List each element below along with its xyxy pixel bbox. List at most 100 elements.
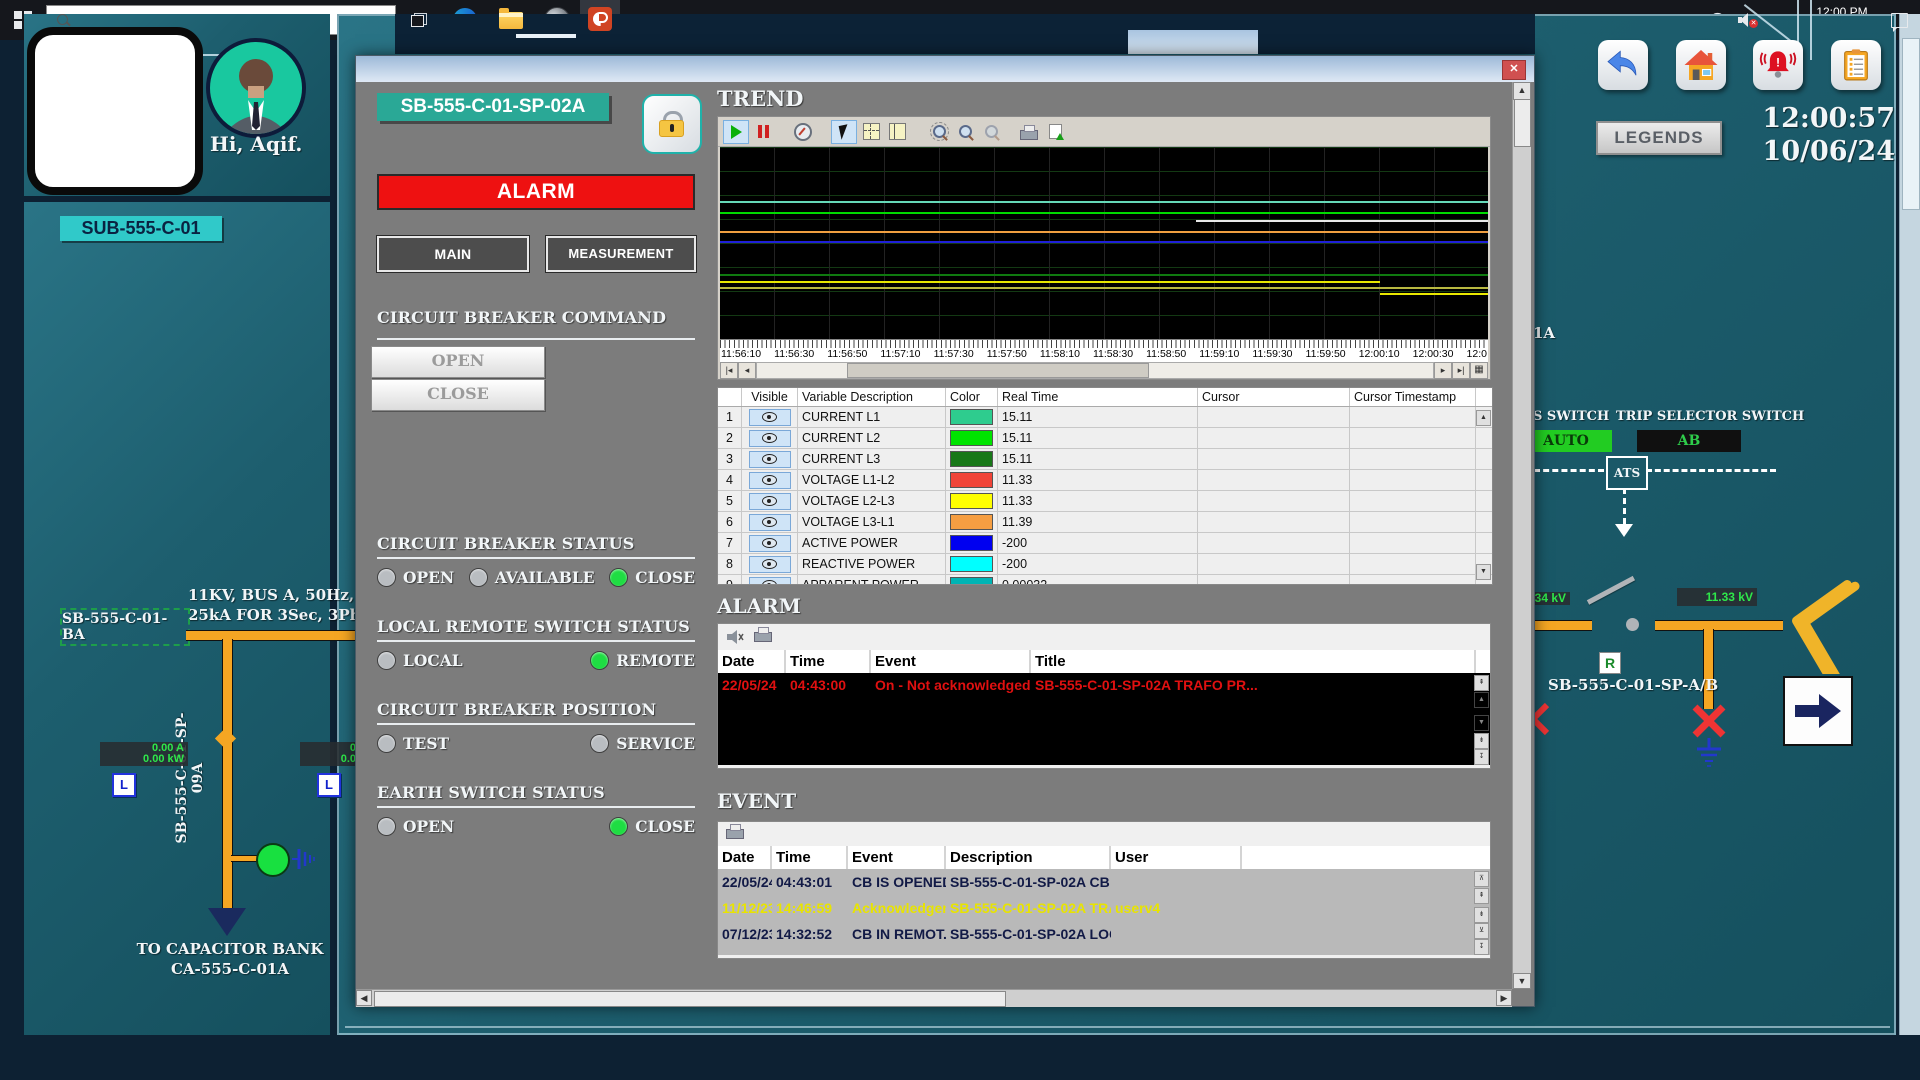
trend-table-row[interactable]: 4VOLTAGE L1-L211.33 (718, 470, 1492, 491)
dialog-close-button[interactable]: ✕ (1502, 60, 1526, 80)
screen-scrollbar[interactable] (1899, 14, 1920, 1035)
trend-table-toggle[interactable]: ▦ (1470, 362, 1488, 379)
event-print-icon[interactable] (726, 829, 744, 839)
trend-scroll-track[interactable] (756, 362, 1434, 379)
trend-table-row[interactable]: 8REACTIVE POWER-200 (718, 554, 1492, 575)
trend-table-row[interactable]: 1CURRENT L115.11 (718, 407, 1492, 428)
report-button[interactable] (1831, 40, 1881, 90)
trend-zoom-in-button[interactable] (953, 121, 977, 143)
scroll-up-icon[interactable]: ▲ (1474, 692, 1489, 708)
scroll-right-icon[interactable]: ▶ (1496, 990, 1512, 1006)
trend-table-row[interactable]: 2CURRENT L215.11 (718, 428, 1492, 449)
alarm-column-header[interactable]: Time (786, 650, 871, 673)
dialog-titlebar[interactable]: ✕ (356, 56, 1534, 82)
trend-column-header[interactable]: Color (946, 388, 998, 406)
alarm-row[interactable]: 22/05/2404:43:00On - Not acknowledgedSB-… (718, 673, 1490, 697)
lock-button[interactable] (642, 94, 702, 154)
trend-print-button[interactable] (1017, 121, 1041, 143)
trend-zoom-out-button[interactable] (979, 121, 1003, 143)
trend-scroll-last[interactable]: ▸| (1452, 362, 1470, 379)
scroll-top-icon[interactable]: ⇞ (1474, 675, 1489, 691)
trend-column-header[interactable]: Real Time (998, 388, 1198, 406)
scroll-up-icon[interactable]: ⇞ (1474, 888, 1489, 904)
tab-main[interactable]: MAIN (377, 236, 529, 272)
trend-table-row[interactable]: 7ACTIVE POWER-200 (718, 533, 1492, 554)
cb-close-button[interactable]: CLOSE (371, 379, 545, 411)
event-row[interactable]: 11/12/2314:46:59AcknowledgementSB-555-C-… (718, 895, 1490, 921)
scroll-down-icon[interactable]: ▼ (1476, 564, 1491, 580)
dialog-hscroll-thumb[interactable] (374, 991, 1006, 1007)
trend-play-button[interactable] (723, 120, 749, 144)
visibility-toggle[interactable] (749, 409, 791, 426)
alarm-column-header[interactable]: Title (1031, 650, 1476, 673)
trend-grid-button[interactable] (859, 121, 883, 143)
visibility-toggle[interactable] (749, 514, 791, 531)
event-column-header[interactable]: User (1111, 846, 1242, 869)
dialog-hscrollbar[interactable]: ◀ ▶ (356, 989, 1512, 1007)
alarm-print-icon[interactable] (754, 632, 772, 642)
visibility-toggle[interactable] (749, 556, 791, 573)
scroll-up-icon[interactable]: ▲ (1476, 410, 1491, 426)
cb-open-button[interactable]: OPEN (371, 346, 545, 378)
scroll-left-icon[interactable]: ◀ (356, 990, 372, 1006)
trend-column-header[interactable]: Cursor Timestamp (1350, 388, 1476, 406)
trend-scroll-left[interactable]: ◂ (738, 362, 756, 379)
trend-pause-button[interactable] (751, 121, 775, 143)
scroll-end-icon[interactable]: ↧ (1474, 749, 1489, 765)
home-button[interactable] (1676, 40, 1726, 90)
scroll-down-icon[interactable]: ▼ (1474, 715, 1489, 731)
trend-column-header[interactable]: Visible (742, 388, 798, 406)
trend-column-header[interactable]: Cursor (1198, 388, 1350, 406)
back-button[interactable] (1598, 40, 1648, 90)
scroll-down-icon[interactable]: ▼ (1513, 973, 1531, 989)
alarm-button[interactable]: ! (1753, 40, 1803, 90)
trend-table-row[interactable]: 9APPARENT POWER0.00032 (718, 575, 1492, 585)
avatar[interactable] (206, 38, 306, 138)
trend-column-header[interactable] (718, 388, 742, 406)
nav-next-button[interactable] (1783, 676, 1853, 746)
trend-scrollbar[interactable]: |◂ ◂ ▸ ▸| ▦ (720, 362, 1488, 379)
trend-scroll-first[interactable]: |◂ (720, 362, 738, 379)
alarm-column-header[interactable]: Event (871, 650, 1031, 673)
event-column-header[interactable]: Date (718, 846, 772, 869)
legends-button[interactable]: LEGENDS (1596, 121, 1722, 155)
breaker-closed-indicator[interactable] (256, 843, 290, 877)
event-column-header[interactable]: Time (772, 846, 848, 869)
tab-measurement[interactable]: MEASUREMENT (546, 236, 696, 272)
visibility-toggle[interactable] (749, 577, 791, 586)
visibility-toggle[interactable] (749, 451, 791, 468)
trend-scroll-right[interactable]: ▸ (1434, 362, 1452, 379)
trend-zoom-box-button[interactable] (927, 121, 951, 143)
trend-table-row[interactable]: 5VOLTAGE L2-L311.33 (718, 491, 1492, 512)
dialog-vscroll-thumb[interactable] (1514, 99, 1531, 147)
visibility-toggle[interactable] (749, 493, 791, 510)
trend-table-scrollbar[interactable]: ▲ ▼ (1476, 410, 1491, 580)
alarm-column-header[interactable]: Date (718, 650, 786, 673)
visibility-toggle[interactable] (749, 535, 791, 552)
ats-box[interactable]: ATS (1606, 456, 1648, 490)
scroll-top-icon[interactable]: ⊼ (1474, 871, 1489, 887)
trend-clock-button[interactable] (791, 121, 815, 143)
scroll-end-icon[interactable]: ↧ (1474, 939, 1489, 955)
dialog-vscrollbar[interactable]: ▲ ▼ (1512, 82, 1531, 989)
visibility-toggle[interactable] (749, 472, 791, 489)
trend-chart[interactable] (720, 147, 1488, 339)
trend-column-header[interactable]: Variable Description (798, 388, 946, 406)
trend-column-button[interactable] (885, 121, 909, 143)
event-column-header[interactable]: Event (848, 846, 946, 869)
event-scrollbar[interactable]: ⊼ ⇞ ⇟ ⊻ ↧ (1474, 871, 1489, 953)
scroll-bottom-icon[interactable]: ⊻ (1474, 923, 1489, 939)
visibility-toggle[interactable] (749, 430, 791, 447)
alarm-ack-icon[interactable] (726, 629, 744, 645)
alarm-scrollbar[interactable]: ⇞ ▲ ▼ ⇟ ↧ (1474, 675, 1489, 763)
alarm-indicator-button[interactable]: ALARM (377, 174, 695, 210)
event-row[interactable]: 22/05/2404:43:01CB IS OPENEDSB-555-C-01-… (718, 869, 1490, 895)
scroll-up-icon[interactable]: ▲ (1513, 82, 1531, 100)
event-column-header[interactable]: Description (946, 846, 1111, 869)
screen-scrollbar-thumb[interactable] (1902, 38, 1920, 210)
trend-scroll-thumb[interactable] (847, 363, 1149, 378)
trend-export-button[interactable] (1043, 121, 1067, 143)
scroll-bottom-icon[interactable]: ⇟ (1474, 733, 1489, 749)
event-row[interactable]: 07/12/2314:32:52CB IN REMOT...SB-555-C-0… (718, 921, 1490, 947)
trend-cursor-button[interactable] (831, 120, 857, 144)
